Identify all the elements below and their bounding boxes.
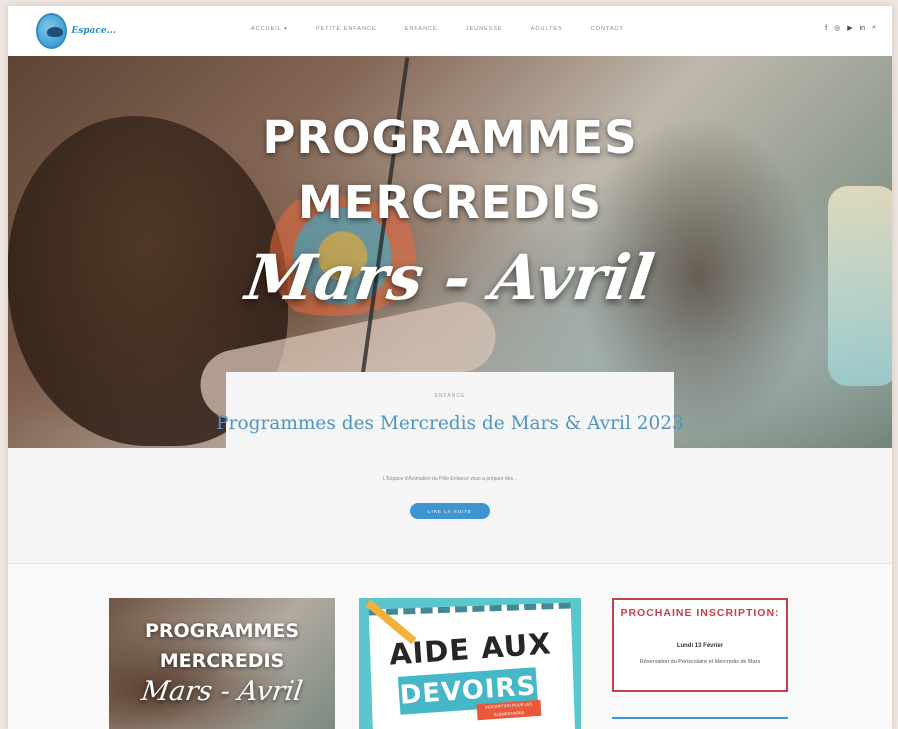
card1-script: Mars - Avril xyxy=(139,676,305,707)
social-links: f ◎ ▶ in ⌕ xyxy=(825,24,876,32)
card-prochaine-inscription[interactable]: PROCHAINE INSCRIPTION: Lundi 13 Février … xyxy=(612,598,788,692)
card3-accent-line xyxy=(612,717,788,719)
card3-date: Lundi 13 Février xyxy=(676,643,724,649)
card-aide-aux-devoirs[interactable]: AIDE AUX DEVOIRS INSCRIPTION POUR LES ÉL… xyxy=(359,598,581,729)
hero-title-line2: MERCREDIS xyxy=(297,176,603,229)
search-icon[interactable]: ⌕ xyxy=(872,24,876,32)
nav-item-enfance[interactable]: Enfance xyxy=(405,26,438,32)
post-excerpt: L'Espace d'Animation du Pôle Enfance vou… xyxy=(382,476,518,482)
linkedin-icon[interactable]: in xyxy=(860,25,865,32)
logo-text: Espace... xyxy=(71,25,116,36)
card1-line2: MERCREDIS xyxy=(159,650,285,672)
site-logo[interactable]: Espace... xyxy=(36,11,116,51)
logo-icon xyxy=(36,13,68,49)
card3-title: PROCHAINE INSCRIPTION: xyxy=(620,607,780,619)
instagram-icon[interactable]: ◎ xyxy=(834,24,840,32)
browser-frame: Espace... Accueil ▾ Petite enfance Enfan… xyxy=(8,6,892,729)
main-nav: Accueil ▾ Petite enfance Enfance Jeuness… xyxy=(251,26,624,32)
read-more-button[interactable]: Lire la suite xyxy=(410,503,490,519)
card-programmes-mercredis[interactable]: PROGRAMMES MERCREDIS Mars - Avril xyxy=(109,598,335,729)
card1-line1: PROGRAMMES xyxy=(144,620,300,642)
nav-item-accueil[interactable]: Accueil ▾ xyxy=(251,26,288,32)
youtube-icon[interactable]: ▶ xyxy=(847,24,852,32)
facebook-icon[interactable]: f xyxy=(825,25,827,32)
post-category[interactable]: Enfance xyxy=(226,393,674,399)
hero-script-title: Mars - Avril xyxy=(241,241,659,314)
nav-item-petite-enfance[interactable]: Petite enfance xyxy=(316,26,377,32)
nav-item-contact[interactable]: Contact xyxy=(591,26,624,32)
nav-item-adultes[interactable]: Adultes xyxy=(531,26,563,32)
nav-item-jeunesse[interactable]: Jeunesse xyxy=(466,26,503,32)
post-title[interactable]: Programmes des Mercredis de Mars & Avril… xyxy=(206,409,694,439)
hero-title-line1: PROGRAMMES xyxy=(262,111,638,164)
card3-description: Réservation du Périscolaire et Mercredis… xyxy=(639,659,761,665)
site-header: Espace... Accueil ▾ Petite enfance Enfan… xyxy=(8,6,892,56)
